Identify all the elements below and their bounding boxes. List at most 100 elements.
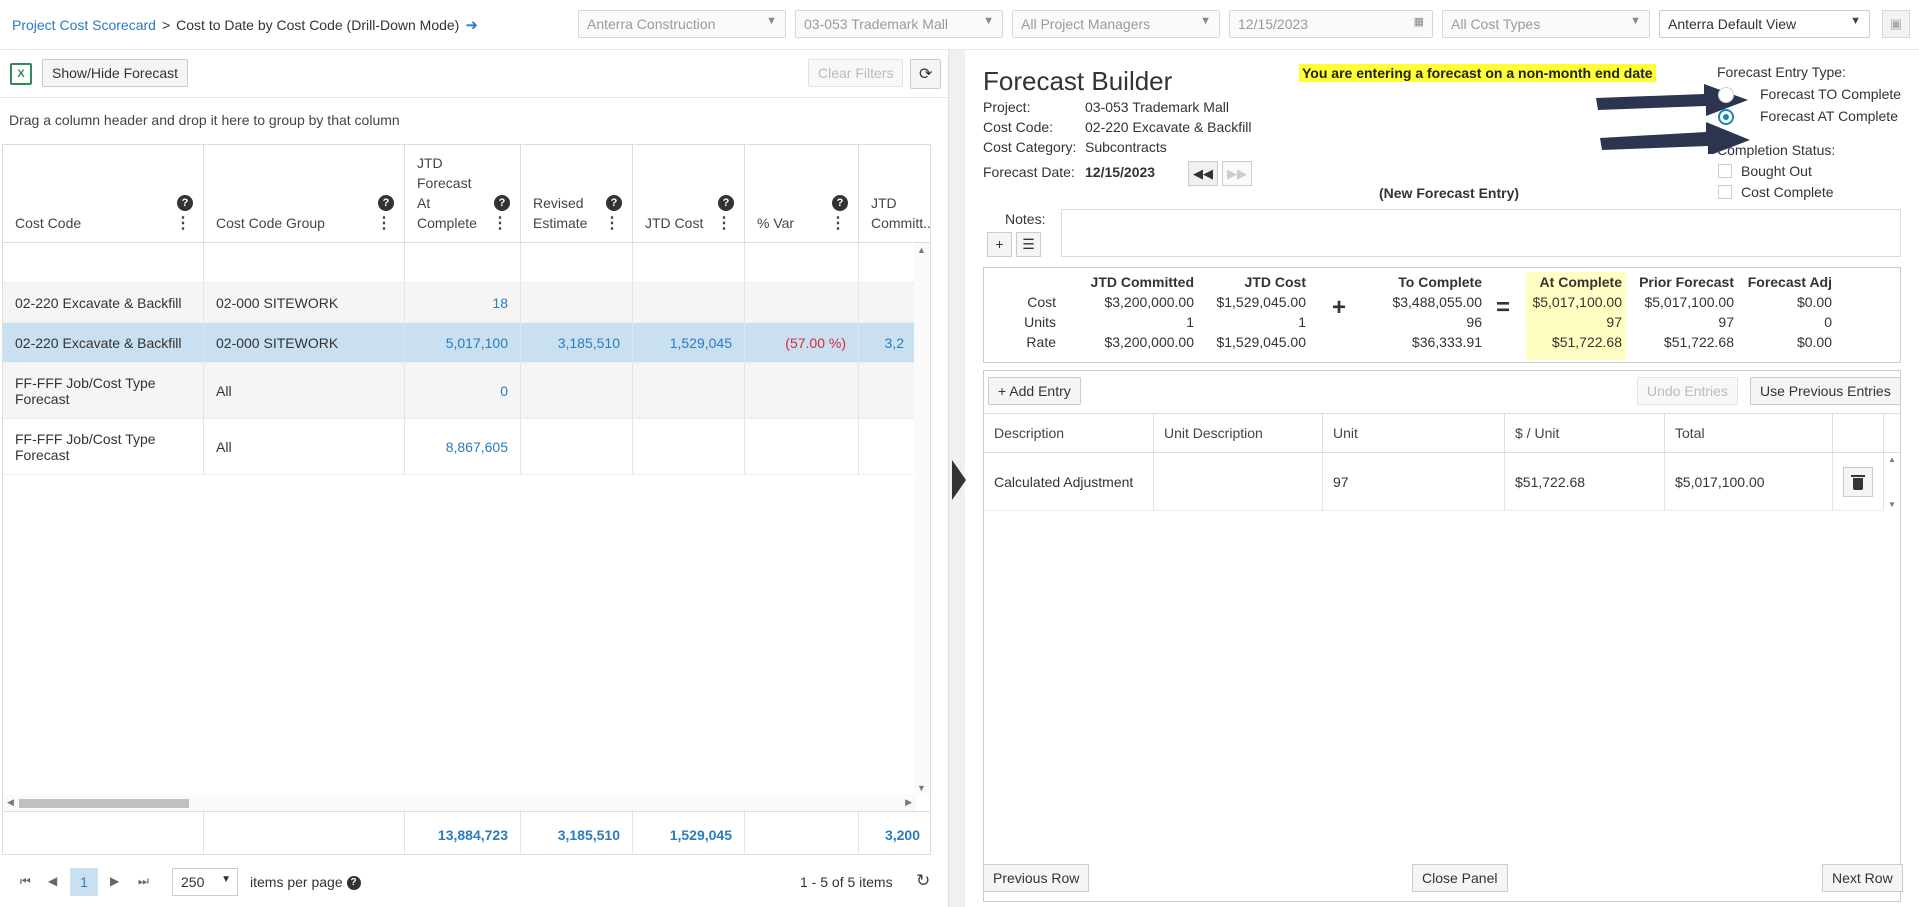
entry-unit[interactable]: 97 [1323, 453, 1505, 511]
column-header-cost-code[interactable]: Cost Code? ⋮ [3, 145, 204, 243]
last-page-icon[interactable]: ⏭ [138, 874, 149, 889]
cell-jtd-cost[interactable] [633, 419, 745, 474]
cell-jtd-cost[interactable] [633, 363, 745, 418]
column-header-percent-var[interactable]: % Var? ⋮ [745, 145, 859, 243]
scroll-down-icon[interactable]: ▼ [917, 783, 926, 793]
cell-revised[interactable] [521, 419, 633, 474]
panel-splitter[interactable] [948, 50, 966, 907]
page-size-select[interactable]: 250 ▼ [172, 868, 238, 896]
help-icon[interactable]: ? [718, 195, 734, 211]
cost-types-dropdown[interactable]: All Cost Types ▼ [1442, 10, 1650, 38]
breadcrumb-parent-link[interactable]: Project Cost Scorecard [12, 17, 156, 33]
entries-scrollbar[interactable]: ▲ ▼ [1884, 453, 1900, 511]
trash-icon[interactable] [1843, 467, 1873, 497]
table-row[interactable]: 02-220 Excavate & Backfill 02-000 SITEWO… [3, 283, 916, 323]
first-page-icon[interactable]: ⏮ [20, 874, 31, 889]
cell-forecast[interactable]: 0 [405, 363, 521, 418]
scrollbar-thumb[interactable] [19, 799, 189, 808]
previous-row-button[interactable]: Previous Row [983, 864, 1090, 892]
refresh-icon[interactable]: ⟳ [910, 59, 942, 89]
cell-forecast[interactable] [405, 243, 521, 282]
column-menu-icon[interactable]: ⋮ [492, 216, 508, 232]
entries-column-total[interactable]: Total [1665, 414, 1833, 454]
vertical-scrollbar[interactable]: ▲ ▼ [914, 243, 930, 795]
entry-unit-description[interactable] [1154, 453, 1323, 511]
column-menu-icon[interactable]: ⋮ [175, 216, 191, 232]
help-icon[interactable]: ? [177, 195, 193, 211]
horizontal-scrollbar[interactable]: ◀ ▶ [3, 795, 916, 811]
forecast-at-complete-radio[interactable] [1718, 109, 1734, 125]
cell-revised[interactable] [521, 243, 633, 282]
entries-column-unit[interactable]: Unit [1323, 414, 1505, 454]
save-icon[interactable]: ▣ [1882, 10, 1910, 38]
cell-forecast[interactable]: 8,867,605 [405, 419, 521, 474]
column-menu-icon[interactable]: ⋮ [376, 216, 392, 232]
help-icon[interactable]: ? [378, 195, 394, 211]
cell-forecast[interactable]: 5,017,100 [405, 323, 521, 362]
cell-jtd-cost[interactable] [633, 283, 745, 322]
column-header-jtd-cost[interactable]: JTD Cost? ⋮ [633, 145, 745, 243]
column-menu-icon[interactable]: ⋮ [716, 216, 732, 232]
view-dropdown[interactable]: Anterra Default View ▼ [1659, 10, 1870, 38]
entries-column-per-unit[interactable]: $ / Unit [1505, 414, 1665, 454]
help-icon[interactable]: ? [346, 876, 361, 891]
help-icon[interactable]: ? [494, 195, 510, 211]
cell-revised[interactable] [521, 283, 633, 322]
cell-forecast[interactable]: 18 [405, 283, 521, 322]
column-menu-icon[interactable]: ⋮ [604, 216, 620, 232]
scroll-up-icon[interactable]: ▲ [1888, 455, 1896, 464]
column-header-revised-estimate[interactable]: Revised Estimate? ⋮ [521, 145, 633, 243]
table-row[interactable] [3, 243, 916, 283]
cell-committed[interactable]: 3,2 [859, 323, 916, 362]
close-panel-button[interactable]: Close Panel [1412, 864, 1508, 892]
column-header-jtd-forecast[interactable]: JTD Forecast At Complete? ⋮ [405, 145, 521, 243]
cell-jtd-cost[interactable]: 1,529,045 [633, 323, 745, 362]
group-by-drop-zone[interactable]: Drag a column header and drop it here to… [0, 98, 948, 144]
table-row-selected[interactable]: 02-220 Excavate & Backfill 02-000 SITEWO… [3, 323, 916, 363]
add-entry-button[interactable]: + Add Entry [988, 377, 1081, 405]
page-number-button[interactable]: 1 [70, 868, 98, 896]
forecast-to-complete-radio[interactable] [1718, 87, 1734, 103]
scroll-down-icon[interactable]: ▼ [1888, 500, 1896, 509]
collapse-arrow-icon[interactable] [952, 460, 966, 500]
excel-icon[interactable]: X [10, 63, 32, 85]
table-row[interactable]: FF-FFF Job/Cost Type Forecast All 0 [3, 363, 916, 419]
rewind-icon[interactable]: ◀◀ [1188, 161, 1218, 186]
next-row-button[interactable]: Next Row [1822, 864, 1903, 892]
cell-jtd-cost[interactable] [633, 243, 745, 282]
entry-description[interactable]: Calculated Adjustment [984, 453, 1154, 511]
bought-out-checkbox[interactable] [1718, 164, 1732, 178]
entry-per-unit[interactable]: $51,722.68 [1505, 453, 1665, 511]
use-previous-entries-button[interactable]: Use Previous Entries [1750, 377, 1901, 405]
help-icon[interactable]: ? [606, 195, 622, 211]
next-page-icon[interactable]: ▶ [110, 874, 119, 888]
prev-page-icon[interactable]: ◀ [48, 874, 57, 888]
entries-column-unit-description[interactable]: Unit Description [1154, 414, 1323, 454]
cell-revised[interactable] [521, 363, 633, 418]
scroll-right-icon[interactable]: ▶ [905, 797, 912, 808]
column-header-cost-code-group[interactable]: Cost Code Group? ⋮ [204, 145, 405, 243]
notes-field[interactable] [1061, 209, 1901, 257]
list-notes-icon[interactable]: ☰ [1016, 232, 1041, 257]
add-note-icon[interactable]: + [987, 232, 1012, 257]
help-icon[interactable]: ? [832, 195, 848, 211]
table-row[interactable]: FF-FFF Job/Cost Type Forecast All 8,867,… [3, 419, 916, 475]
calendar-icon[interactable]: ▦ [1414, 15, 1424, 28]
cost-complete-checkbox[interactable] [1718, 185, 1732, 199]
exit-arrow-icon[interactable]: ➜ [465, 17, 478, 34]
project-dropdown[interactable]: 03-053 Trademark Mall ▼ [795, 10, 1003, 38]
show-hide-forecast-button[interactable]: Show/Hide Forecast [42, 59, 189, 87]
scroll-left-icon[interactable]: ◀ [7, 797, 14, 808]
fast-forward-icon[interactable]: ▶▶ [1222, 161, 1252, 186]
date-picker[interactable]: 12/15/2023 ▦ [1229, 10, 1433, 38]
company-dropdown[interactable]: Anterra Construction ▼ [578, 10, 786, 38]
scroll-up-icon[interactable]: ▲ [917, 245, 926, 255]
clear-filters-button[interactable]: Clear Filters [808, 59, 904, 87]
entry-row[interactable]: Calculated Adjustment 97 $51,722.68 $5,0… [984, 453, 1884, 511]
undo-entries-button[interactable]: Undo Entries [1637, 377, 1738, 405]
entries-column-description[interactable]: Description [984, 414, 1154, 454]
manager-dropdown[interactable]: All Project Managers ▼ [1012, 10, 1220, 38]
column-header-jtd-committed[interactable]: JTD Committ... [859, 145, 930, 243]
refresh-icon[interactable]: ↻ [916, 871, 930, 891]
column-menu-icon[interactable]: ⋮ [830, 216, 846, 232]
